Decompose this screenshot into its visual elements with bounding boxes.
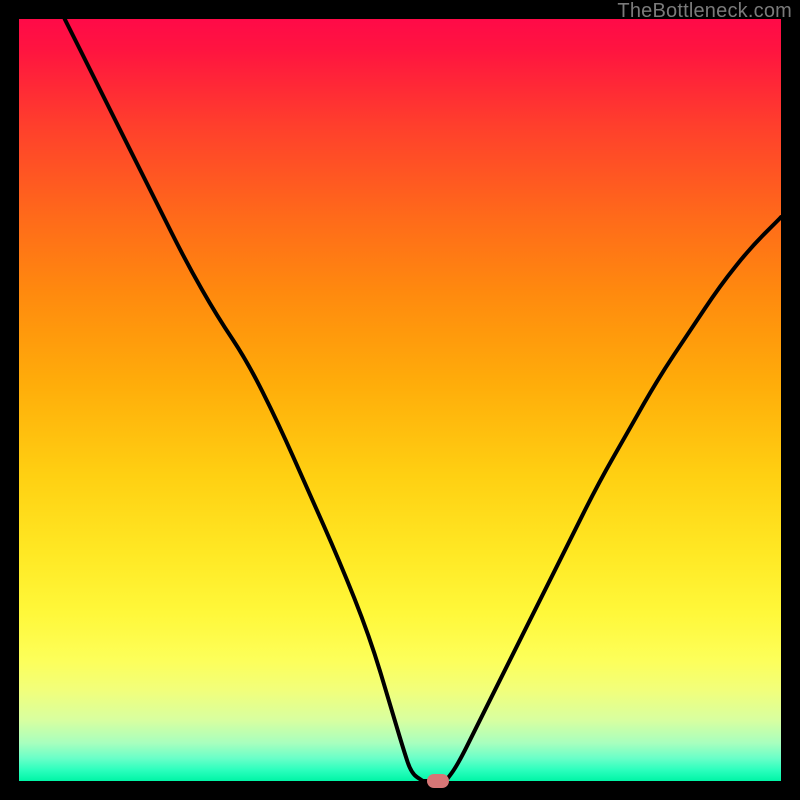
plot-area [19,19,781,781]
curve-layer [19,19,781,781]
chart-frame: TheBottleneck.com [0,0,800,800]
optimal-marker [427,774,449,788]
watermark-text: TheBottleneck.com [617,0,792,23]
bottleneck-curve [65,19,781,781]
